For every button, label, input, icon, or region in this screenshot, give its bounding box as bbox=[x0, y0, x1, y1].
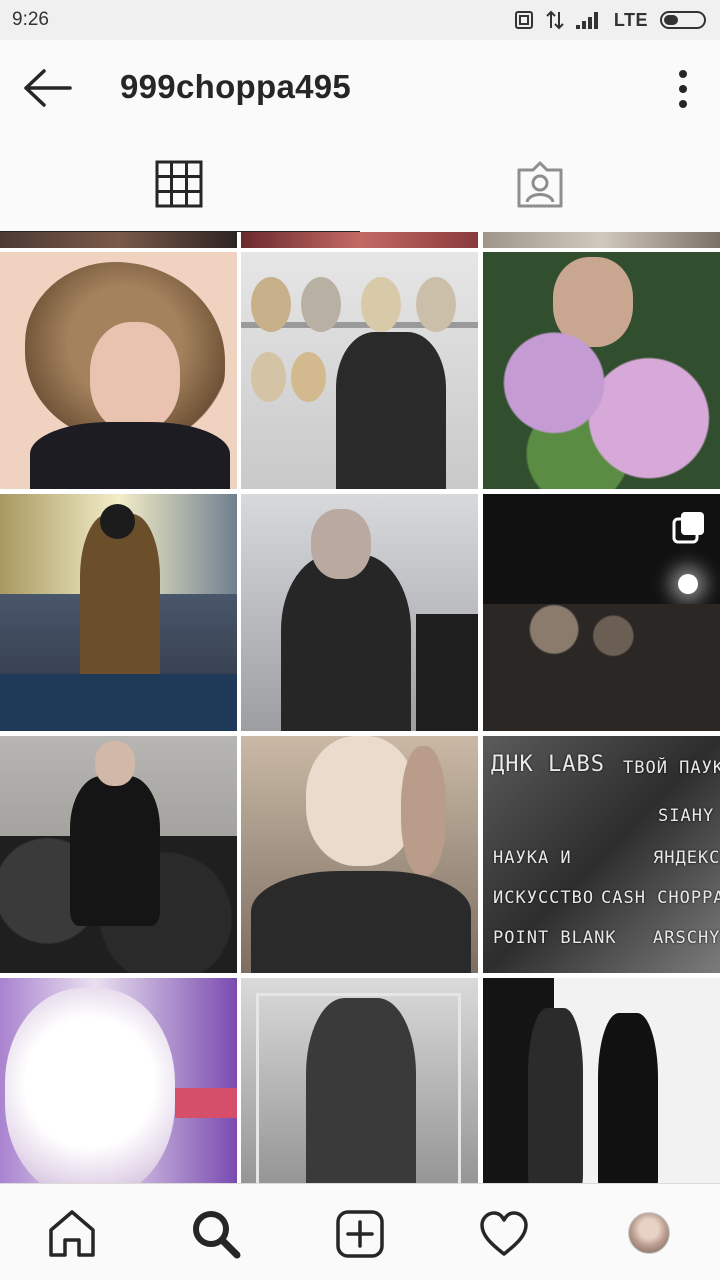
data-transfer-icon bbox=[546, 10, 564, 30]
face-shape bbox=[5, 988, 175, 1183]
post-thumbnail[interactable] bbox=[241, 494, 478, 731]
post-thumbnail[interactable] bbox=[0, 252, 237, 489]
home-icon[interactable] bbox=[46, 1208, 98, 1260]
post-thumbnail[interactable] bbox=[483, 494, 720, 731]
post-thumbnail[interactable] bbox=[0, 736, 237, 973]
face-shape bbox=[95, 741, 135, 786]
post-thumbnail[interactable] bbox=[241, 252, 478, 489]
profile-tabs bbox=[0, 140, 720, 233]
status-icons: LTE bbox=[514, 10, 706, 31]
poster-text: SIAHY bbox=[658, 806, 715, 826]
back-button[interactable] bbox=[22, 68, 74, 108]
profile-avatar[interactable] bbox=[628, 1212, 670, 1254]
signal-icon bbox=[575, 12, 598, 29]
person-shape bbox=[281, 554, 411, 731]
poster-text: CASH CHOPPA bbox=[601, 888, 720, 908]
post-thumbnail[interactable] bbox=[483, 978, 720, 1183]
equipment-shape bbox=[416, 614, 478, 731]
wig-shape bbox=[416, 277, 456, 332]
post-thumbnail[interactable] bbox=[0, 494, 237, 731]
tab-grid[interactable] bbox=[0, 140, 360, 233]
face-shape bbox=[311, 509, 371, 579]
flowers-shape bbox=[483, 312, 720, 489]
light-shape bbox=[678, 574, 698, 594]
status-time: 9:26 bbox=[12, 9, 49, 30]
jacket-shape bbox=[251, 871, 471, 973]
tagged-person-icon bbox=[517, 161, 563, 208]
plus-square-icon[interactable] bbox=[334, 1208, 386, 1260]
wig-shape bbox=[251, 277, 291, 332]
bottom-navigation bbox=[0, 1183, 720, 1280]
post-thumbnail[interactable]: ДНК LABS ТВОЙ ПАУК SIAHY ЯНДЕКС НАУКА И … bbox=[483, 736, 720, 973]
face-shape bbox=[90, 322, 180, 432]
partial-row-cell[interactable] bbox=[241, 232, 478, 248]
mask-shape bbox=[100, 504, 135, 539]
poster-text: ДНК LABS bbox=[491, 752, 605, 777]
search-icon[interactable] bbox=[190, 1208, 242, 1260]
profile-header: 999choppa495 bbox=[0, 40, 720, 140]
post-thumbnail[interactable] bbox=[483, 252, 720, 489]
network-type: LTE bbox=[613, 9, 648, 30]
red-stripe-shape bbox=[175, 1088, 237, 1118]
face-shape bbox=[306, 736, 416, 866]
battery-icon bbox=[660, 11, 706, 29]
person-shape bbox=[336, 332, 446, 489]
multiple-posts-icon bbox=[672, 512, 704, 544]
hoodie-shape bbox=[30, 422, 230, 489]
wig-shape bbox=[301, 277, 341, 332]
partial-row-cell[interactable] bbox=[0, 232, 237, 248]
profile-username: 999choppa495 bbox=[120, 68, 352, 105]
poster-text: ЯНДЕКС bbox=[653, 848, 720, 868]
post-thumbnail[interactable] bbox=[241, 978, 478, 1183]
post-thumbnail[interactable] bbox=[0, 978, 237, 1183]
person-shape bbox=[528, 1008, 583, 1183]
person-shape bbox=[80, 514, 160, 694]
wig-shape bbox=[251, 352, 286, 402]
poster-text: НАУКА И bbox=[493, 848, 572, 868]
tab-tagged[interactable] bbox=[360, 140, 720, 232]
more-options-button[interactable] bbox=[668, 68, 698, 110]
partial-row-cell[interactable] bbox=[483, 232, 720, 248]
frame-shape bbox=[256, 993, 461, 1183]
heart-icon[interactable] bbox=[478, 1208, 530, 1260]
wig-shape bbox=[291, 352, 326, 402]
ground-shape bbox=[0, 674, 237, 731]
person-shape bbox=[598, 1013, 658, 1183]
poster-text: ИСКУССТВО bbox=[493, 888, 595, 908]
post-thumbnail[interactable] bbox=[241, 736, 478, 973]
hair-shape bbox=[401, 746, 446, 876]
crowd-shape bbox=[483, 604, 720, 731]
grid-icon bbox=[155, 160, 203, 208]
person-shape bbox=[70, 776, 160, 926]
poster-text: ТВОЙ ПАУК bbox=[623, 758, 720, 778]
wig-shape bbox=[361, 277, 401, 332]
poster-text: ARSCHY bbox=[653, 928, 720, 948]
nfc-icon bbox=[514, 11, 533, 29]
posts-grid: ДНК LABS ТВОЙ ПАУК SIAHY ЯНДЕКС НАУКА И … bbox=[0, 232, 720, 1183]
status-bar: 9:26 LTE bbox=[0, 0, 720, 40]
poster-text: POINT BLANK bbox=[493, 928, 617, 948]
